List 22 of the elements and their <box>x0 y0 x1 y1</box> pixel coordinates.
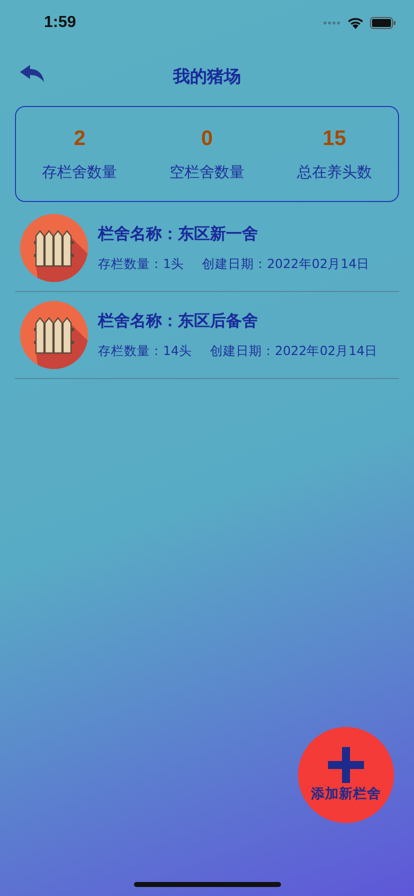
pen-date: 创建日期：2022年02月14日 <box>210 342 378 360</box>
fence-icon <box>20 214 88 282</box>
pen-name[interactable]: 栏舍名称：东区后备舍 <box>98 310 378 332</box>
fence-icon <box>20 301 88 369</box>
add-pen-button[interactable]: 添加新栏舍 <box>298 727 394 823</box>
stat-label: 总在养头数 <box>296 162 372 182</box>
signal-icon <box>323 21 341 25</box>
status-time: 1:59 <box>44 14 76 32</box>
stat-value: 0 <box>201 126 213 150</box>
pen-date: 创建日期：2022年02月14日 <box>202 256 370 272</box>
battery-icon <box>370 17 396 29</box>
pen-count: 存栏数量：14头 <box>98 342 192 360</box>
plus-icon <box>328 747 364 783</box>
stat-value: 15 <box>322 126 346 150</box>
stat-value: 2 <box>74 126 86 150</box>
pen-count: 存栏数量：1头 <box>98 256 184 272</box>
page-title: 我的猪场 <box>173 66 241 88</box>
wifi-icon <box>347 17 364 29</box>
stat-label: 存栏舍数量 <box>42 162 118 182</box>
back-icon[interactable] <box>20 65 44 83</box>
stat-label: 空栏舍数量 <box>169 162 244 182</box>
pen-name[interactable]: 栏舍名称：东区新一舍 <box>98 224 370 244</box>
